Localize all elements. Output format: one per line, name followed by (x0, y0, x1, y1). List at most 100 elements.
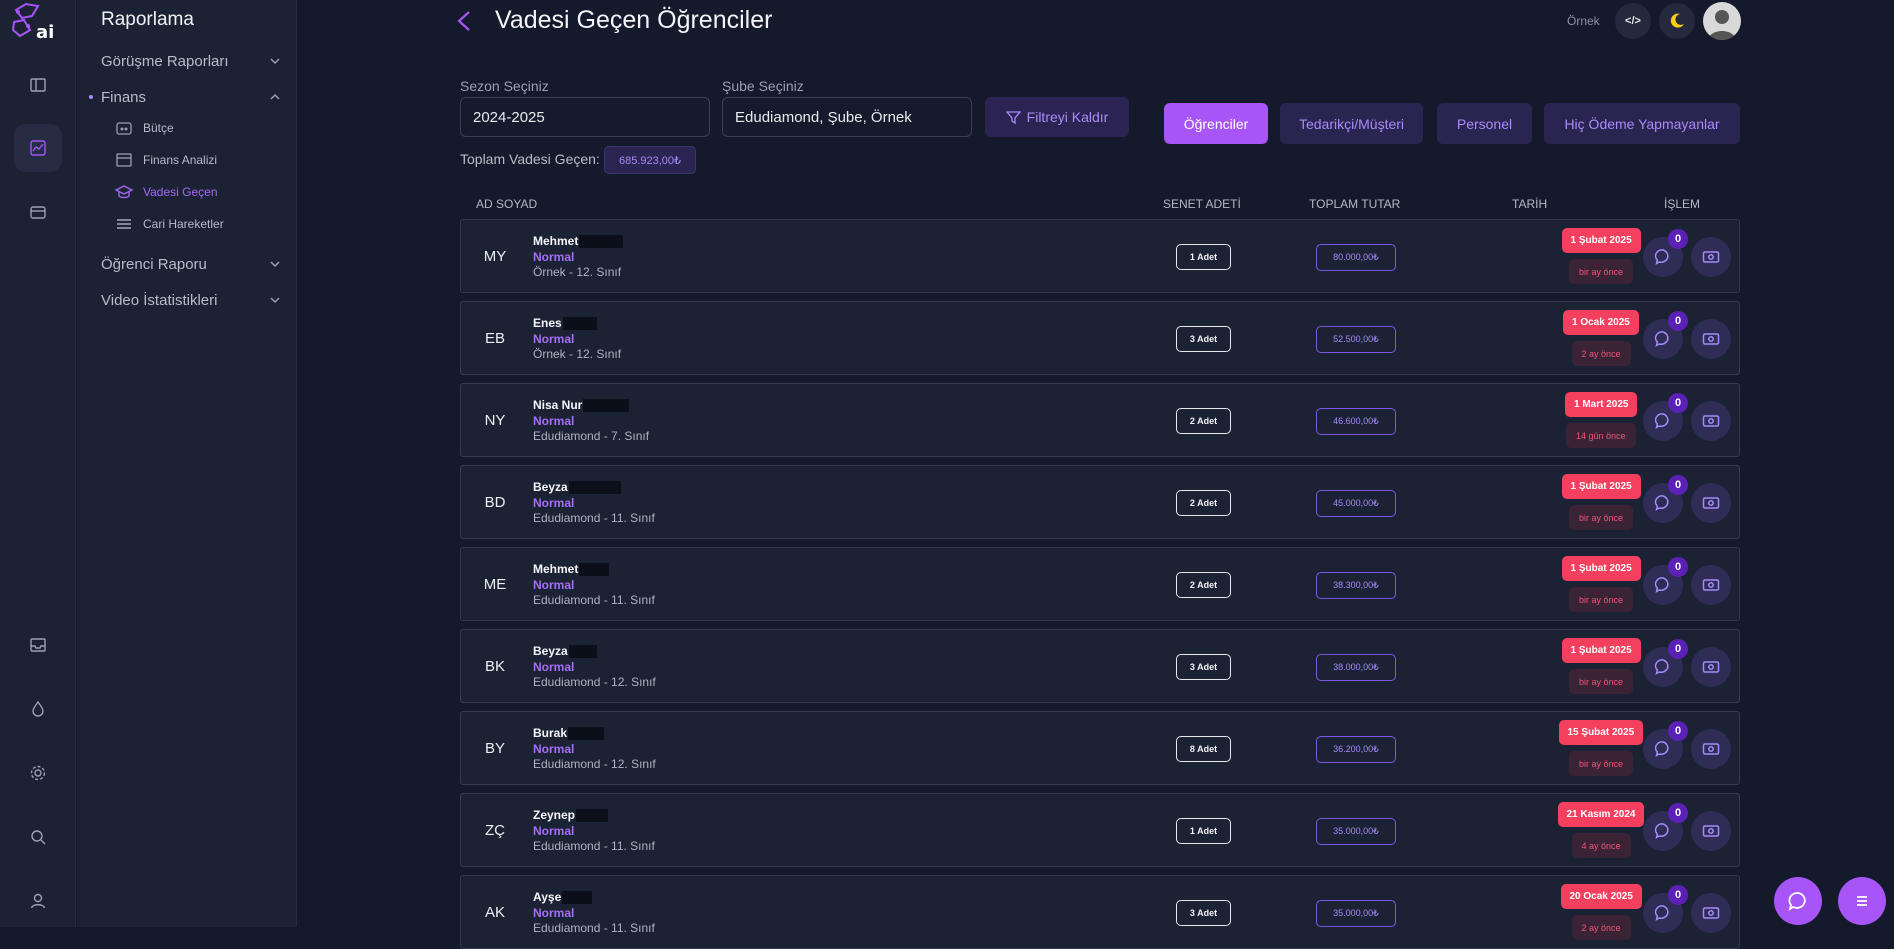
student-initials: BD (484, 494, 506, 511)
message-button[interactable]: 0 (1643, 475, 1688, 523)
due-date-badge: 1 Mart 2025 (1565, 392, 1638, 417)
sidebar-subitem-cari-hareketler[interactable]: Cari Hareketler (115, 213, 224, 235)
total-overdue-label: Toplam Vadesi Geçen: (460, 151, 600, 167)
tab-ogrenciler[interactable]: Öğrenciler (1164, 103, 1268, 144)
inbox-nav-button[interactable] (14, 621, 62, 669)
wallet-nav-button[interactable] (14, 188, 62, 236)
settings-nav-button[interactable] (14, 749, 62, 797)
tab-tedarikci-musteri[interactable]: Tedarikçi/Müşteri (1280, 103, 1423, 144)
cash-icon (1702, 333, 1720, 345)
tab-hic-odeme-yapmayanlar[interactable]: Hiç Ödeme Yapmayanlar (1544, 103, 1740, 144)
sidebar-item-video-istatistikleri[interactable]: Video İstatistikleri (101, 288, 281, 312)
redacted-surname (568, 644, 597, 658)
student-name: Mehmet (533, 562, 579, 576)
message-count-badge: 0 (1668, 721, 1688, 741)
sidebar-icon (30, 78, 46, 92)
relative-time-badge: 14 gün önce (1566, 423, 1636, 448)
table-row[interactable]: ME Mehmet Normal Edudiamond - 11. Sınıf 2 Ad… (460, 547, 1740, 621)
sidebar-item-finans[interactable]: Finans (101, 85, 281, 109)
student-name: Burak (533, 726, 568, 740)
redacted-surname (568, 726, 605, 740)
payment-button[interactable] (1691, 811, 1731, 851)
payment-button[interactable] (1691, 401, 1731, 441)
branch-select[interactable]: Edudiamond, Şube, Örnek (722, 97, 972, 137)
finance-analysis-icon (116, 153, 132, 167)
column-header-note-count: SENET ADETİ (1163, 197, 1241, 211)
search-nav-button[interactable] (14, 813, 62, 861)
active-section-dot (89, 95, 93, 99)
cash-icon (1702, 825, 1720, 837)
payment-button[interactable] (1691, 237, 1731, 277)
table-row[interactable]: NY Nisa Nur Normal Edudiamond - 7. Sınıf 2 A… (460, 383, 1740, 457)
back-chevron-icon[interactable] (455, 10, 473, 32)
message-button[interactable]: 0 (1643, 557, 1688, 605)
droplet-nav-button[interactable] (14, 685, 62, 733)
message-button[interactable]: 0 (1643, 393, 1688, 441)
student-initials: ME (483, 576, 507, 593)
theme-toggle-button[interactable] (1659, 3, 1695, 39)
payment-button[interactable] (1691, 565, 1731, 605)
table-row[interactable]: BK Beyza Normal Edudiamond - 12. Sınıf 3 Ade… (460, 629, 1740, 703)
graduation-cap-icon (115, 185, 133, 199)
message-button[interactable]: 0 (1643, 229, 1688, 277)
note-count-badge: 2 Adet (1176, 572, 1231, 598)
sidebar-item-gorusme-raporlari[interactable]: Görüşme Raporları (101, 49, 281, 73)
message-button[interactable]: 0 (1643, 803, 1688, 851)
message-button[interactable]: 0 (1643, 721, 1688, 769)
student-name-cell: Mehmet (533, 562, 610, 576)
due-date-badge: 1 Şubat 2025 (1561, 556, 1641, 581)
student-name-cell: Enes (533, 316, 597, 330)
sidebar-toggle-button[interactable] (14, 61, 62, 109)
message-button[interactable]: 0 (1643, 311, 1688, 359)
message-button[interactable]: 0 (1643, 639, 1688, 687)
student-name: Beyza (533, 480, 568, 494)
message-button[interactable]: 0 (1643, 885, 1688, 933)
payment-button[interactable] (1691, 893, 1731, 933)
page-title: Vadesi Geçen Öğrenciler (495, 6, 773, 34)
payment-button[interactable] (1691, 647, 1731, 687)
student-type: Normal (533, 414, 575, 428)
sidebar-item-label: Finans (101, 88, 147, 106)
table-row[interactable]: BY Burak Normal Edudiamond - 12. Sınıf 8 Ade… (460, 711, 1740, 785)
logo[interactable]: ai (10, 2, 62, 43)
sidebar-item-ogrenci-raporu[interactable]: Öğrenci Raporu (101, 252, 281, 276)
sidebar-subitem-finans-analizi[interactable]: Finans Analizi (115, 149, 217, 171)
total-amount-badge: 52.500,00₺ (1316, 326, 1396, 353)
tab-personel[interactable]: Personel (1437, 103, 1532, 144)
sidebar-subitem-vadesi-gecen[interactable]: Vadesi Geçen (115, 181, 218, 203)
droplet-icon (32, 700, 44, 717)
redacted-surname (562, 890, 593, 904)
total-amount-badge: 45.000,00₺ (1316, 490, 1396, 517)
sidebar-subitem-butce[interactable]: Bütçe (115, 117, 174, 139)
message-count-badge: 0 (1668, 885, 1688, 905)
column-header-name: AD SOYAD (476, 197, 538, 211)
table-row[interactable]: ZÇ Zeynep Normal Edudiamond - 11. Sınıf 1 Ad… (460, 793, 1740, 867)
redacted-surname (579, 234, 624, 248)
payment-button[interactable] (1691, 319, 1731, 359)
message-count-badge: 0 (1668, 229, 1688, 249)
cash-icon (1702, 661, 1720, 673)
table-row[interactable]: MY Mehmet Normal Örnek - 12. Sınıf 1 Adet 80.… (460, 219, 1740, 293)
reports-nav-button[interactable] (14, 124, 62, 172)
icon-rail: ai (0, 0, 76, 927)
payment-button[interactable] (1691, 483, 1731, 523)
table-row[interactable]: BD Beyza Normal Edudiamond - 11. Sınıf 2 Ade… (460, 465, 1740, 539)
student-name: Mehmet (533, 234, 579, 248)
student-type: Normal (533, 660, 575, 674)
season-select[interactable]: 2024-2025 (460, 97, 710, 137)
table-row[interactable]: AK Ayşe Normal Edudiamond - 11. Sınıf 3 Adet… (460, 875, 1740, 949)
chat-fab-button[interactable] (1774, 877, 1822, 925)
clear-filter-button[interactable]: Filtreyi Kaldır (985, 97, 1129, 137)
student-class: Edudiamond - 11. Sınıf (533, 839, 655, 853)
profile-nav-button[interactable] (14, 877, 62, 925)
payment-button[interactable] (1691, 729, 1731, 769)
table-row[interactable]: EB Enes Normal Örnek - 12. Sınıf 3 Adet 52.50… (460, 301, 1740, 375)
code-view-button[interactable]: </> (1615, 3, 1651, 39)
cash-icon (1702, 907, 1720, 919)
avatar[interactable] (1703, 2, 1741, 40)
chat-bubble-icon (1788, 892, 1806, 912)
total-amount-badge: 35.000,00₺ (1316, 900, 1396, 927)
menu-fab-button[interactable] (1838, 877, 1886, 925)
student-type: Normal (533, 578, 575, 592)
relative-time-badge: 2 ay önce (1571, 915, 1631, 940)
